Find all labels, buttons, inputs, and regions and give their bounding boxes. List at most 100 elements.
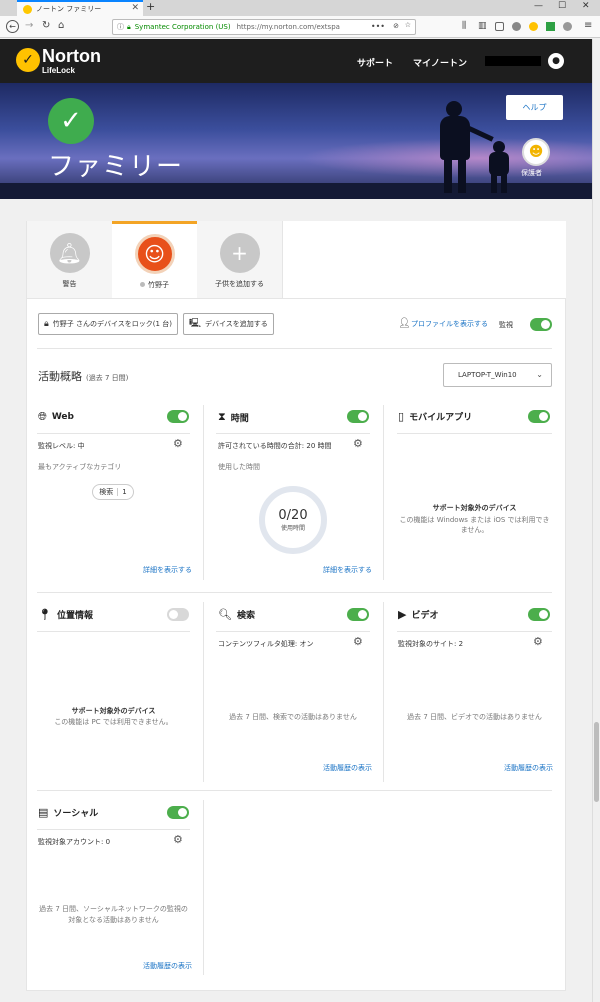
video-play-icon: ▶ [398, 608, 407, 621]
activity-subtitle: (過去 7 日間) [86, 374, 129, 382]
scrollbar-thumb[interactable] [594, 722, 599, 802]
add-device-label: デバイスを追加する [205, 320, 268, 328]
row-divider [37, 790, 552, 791]
device-select[interactable]: LAPTOP-T_Win10 ⌄ [443, 363, 552, 387]
web-top-category-label: 最もアクティブなカテゴリ [38, 463, 122, 471]
time-used-label: 使用した時間 [218, 463, 260, 471]
adult-silhouette-body [440, 116, 470, 160]
help-button[interactable]: ヘルプ [506, 95, 563, 120]
web-category-name: 検索 [99, 488, 114, 496]
account-icon[interactable] [563, 22, 572, 31]
social-history-link[interactable]: 活動履歴の表示 [143, 961, 192, 971]
nav-mynorton[interactable]: マイノートン [413, 56, 467, 69]
search-title-text: 検索 [236, 611, 255, 621]
globe-icon: 🌐︎ [38, 410, 47, 423]
time-panel-title: ⧗ 時間 [218, 410, 249, 424]
tab-add-child-label: 子供を追加する [215, 280, 264, 288]
browser-tab[interactable]: ノートン ファミリー ✕ [17, 0, 143, 16]
new-tab-button[interactable]: + [146, 0, 155, 14]
panel-header-divider [216, 433, 370, 434]
web-settings-gear-icon[interactable]: ⚙ [173, 437, 183, 450]
panel-header-divider [37, 631, 190, 632]
reload-icon[interactable]: ↻ [42, 20, 50, 32]
window-close-button[interactable]: ✕ [582, 1, 590, 11]
location-panel-title: 📍︎ 位置情報 [38, 608, 93, 621]
tab-close-icon[interactable]: ✕ [131, 3, 139, 13]
time-allowed-label: 許可されている時間の合計: 20 時間 [218, 442, 332, 450]
bookmark-star-icon[interactable]: ☆ [405, 21, 411, 29]
person-icon: 👤︎ [398, 318, 411, 329]
url-security-label: Symantec Corporation (US) [134, 23, 231, 31]
divider [37, 348, 552, 349]
search-history-link[interactable]: 活動履歴の表示 [323, 763, 372, 773]
web-details-link[interactable]: 詳細を表示する [143, 565, 192, 575]
nav-support[interactable]: サポート [357, 56, 393, 69]
add-device-icon: 🖳︎ [189, 319, 202, 329]
video-history-link[interactable]: 活動履歴の表示 [504, 763, 553, 773]
time-details-link[interactable]: 詳細を表示する [323, 565, 372, 575]
location-unsupported-text: この機能は PC では利用できません。 [54, 718, 173, 726]
parent-avatar-icon[interactable]: ☻ [522, 138, 550, 166]
page-actions-icon[interactable]: ••• [371, 22, 385, 31]
home-icon[interactable]: ⌂ [58, 20, 64, 32]
window-minimize-button[interactable]: — [534, 1, 543, 11]
info-icon: ⓘ [117, 23, 124, 31]
panel-header-divider [37, 829, 190, 830]
device-select-value: LAPTOP-T_Win10 [458, 371, 517, 379]
web-category-pill: 検索 1 [92, 484, 134, 500]
monitor-label: 監視 [499, 321, 513, 329]
lock-devices-button[interactable]: 🔒︎ 竹野子 さんのデバイスをロック(1 台) [38, 313, 178, 335]
web-level-label: 監視レベル: 中 [38, 442, 85, 450]
status-dot [140, 282, 145, 287]
extension-icon[interactable] [512, 22, 521, 31]
forward-icon[interactable]: → [25, 20, 33, 32]
extension-check-icon[interactable] [546, 22, 555, 31]
monitor-toggle[interactable] [530, 318, 552, 331]
tab-bar-fill [283, 221, 566, 299]
norton-extension-icon[interactable] [529, 22, 538, 31]
add-device-button[interactable]: 🖳︎ デバイスを追加する [183, 313, 274, 335]
norton-check-logo-icon[interactable]: ✓ [16, 48, 40, 72]
library-icon[interactable]: ⫼ [462, 20, 466, 32]
location-toggle[interactable] [167, 608, 189, 621]
time-toggle[interactable] [347, 410, 369, 423]
page-title: ファミリー [48, 152, 184, 182]
search-panel-title: 🔍︎ 検索 [218, 608, 255, 621]
extension-icon[interactable] [495, 22, 504, 31]
norton-favicon-icon [23, 4, 32, 14]
tab-alerts[interactable]: 🔔︎ 警告 [27, 221, 113, 299]
search-toggle[interactable] [347, 608, 369, 621]
social-settings-gear-icon[interactable]: ⚙ [173, 833, 183, 846]
window-maximize-button[interactable]: ☐ [558, 1, 566, 11]
activity-title: 活動概略 (過去 7 日間) [38, 368, 128, 384]
chevron-down-icon: ⌄ [536, 370, 543, 379]
user-icon[interactable]: ● [548, 53, 564, 69]
mobile-toggle[interactable] [528, 410, 550, 423]
video-toggle[interactable] [528, 608, 550, 621]
brand-name[interactable]: Norton [42, 47, 101, 65]
social-title-text: ソーシャル [53, 809, 99, 819]
pocket-icon[interactable]: ⊘ [393, 22, 399, 30]
show-profile-link[interactable]: プロファイルを表示する [411, 319, 488, 329]
time-settings-gear-icon[interactable]: ⚙ [353, 437, 363, 450]
search-settings-gear-icon[interactable]: ⚙ [353, 635, 363, 648]
sidebar-icon[interactable]: ▥ [478, 20, 487, 32]
back-icon[interactable]: ← [6, 20, 19, 33]
url-bar[interactable]: ⓘ 🔒︎ Symantec Corporation (US) https://m… [112, 19, 416, 35]
video-settings-gear-icon[interactable]: ⚙ [533, 635, 543, 648]
sub-brand: LifeLock [42, 66, 75, 75]
hourglass-icon: ⧗ [218, 410, 226, 423]
row-divider [37, 592, 552, 593]
search-filter-label: コンテンツフィルタ処理: オン [218, 640, 314, 648]
video-panel-title: ▶ ビデオ [398, 608, 438, 621]
menu-icon[interactable]: ≡ [584, 20, 592, 32]
activity-title-text: 活動概略 [38, 370, 82, 383]
page-scrollbar[interactable] [592, 39, 600, 1002]
tab-child-profile[interactable]: ☺ 竹野子 [112, 221, 198, 299]
location-unsupported-title: サポート対象外のデバイス [71, 707, 156, 715]
tab-add-child[interactable]: + 子供を追加する [197, 221, 283, 299]
social-toggle[interactable] [167, 806, 189, 819]
web-toggle[interactable] [167, 410, 189, 423]
video-title-text: ビデオ [411, 611, 439, 621]
child-avatar-icon: ☺ [134, 234, 175, 274]
